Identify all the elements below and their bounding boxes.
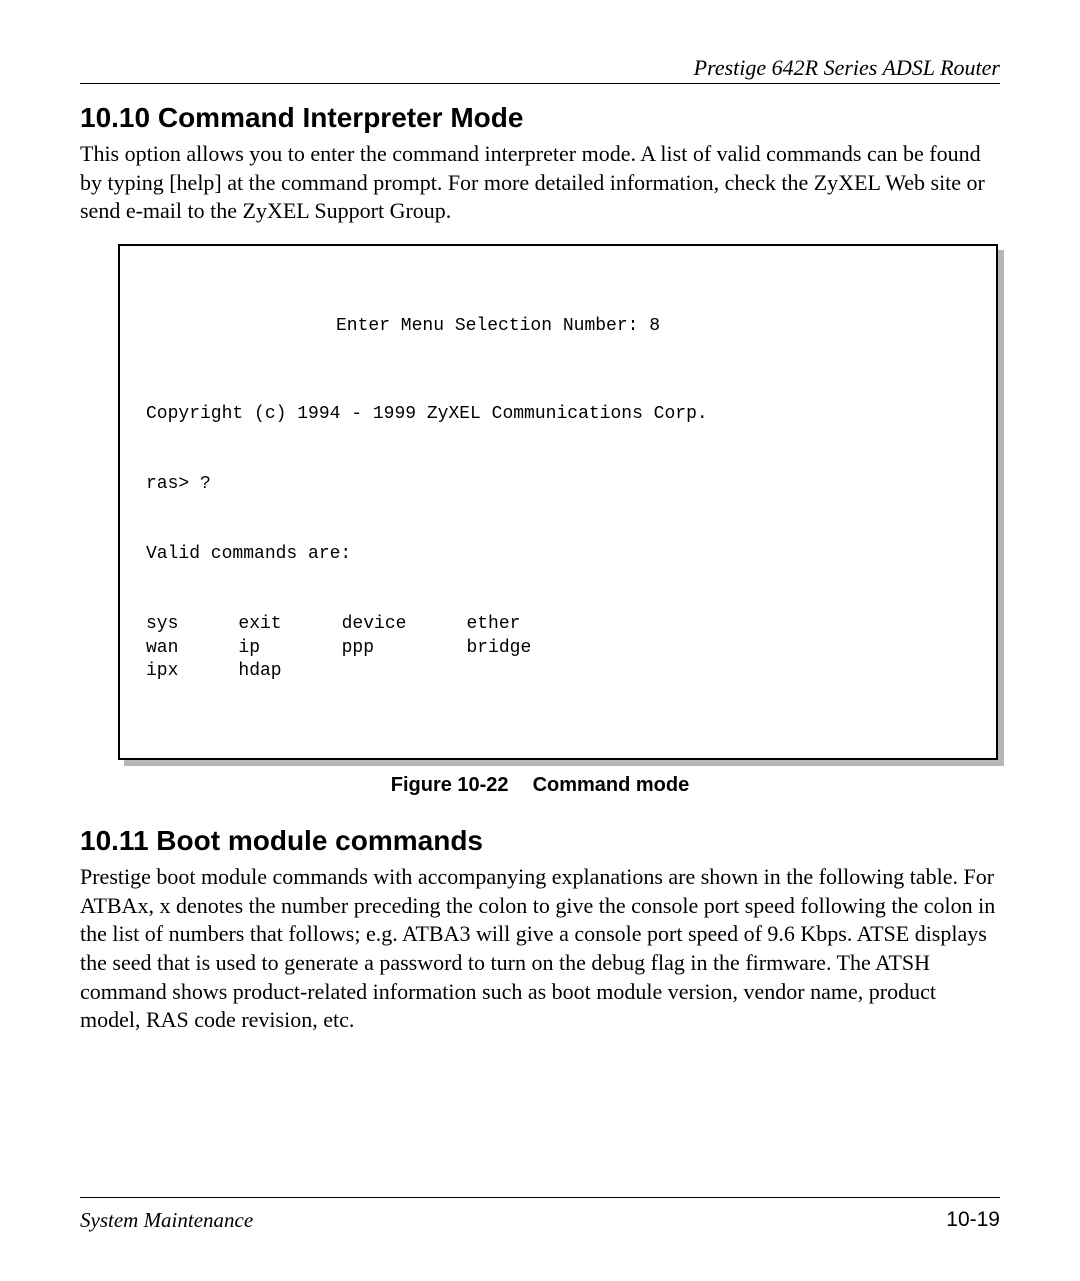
terminal-valid-label: Valid commands are: [146, 543, 970, 566]
table-row: sys exit device ether [146, 613, 591, 636]
cmd-cell: bridge [466, 637, 591, 660]
figure-title: Command mode [533, 774, 690, 796]
table-row: ipx hdap [146, 660, 591, 683]
cmd-cell: hdap [238, 660, 341, 683]
section-10-10-paragraph: This option allows you to enter the comm… [80, 140, 1000, 226]
section-heading-10-11: 10.11 Boot module commands [80, 825, 1000, 857]
footer-section-name: System Maintenance [80, 1208, 253, 1233]
terminal-prompt: ras> ? [146, 473, 970, 496]
cmd-cell: ip [238, 637, 341, 660]
cmd-cell: wan [146, 637, 238, 660]
cmd-cell: ether [466, 613, 591, 636]
terminal-command-table: sys exit device ether wan ip ppp bridge … [146, 613, 591, 683]
terminal-copyright: Copyright (c) 1994 - 1999 ZyXEL Communic… [146, 403, 970, 426]
footer-rule [80, 1197, 1000, 1198]
cmd-cell: sys [146, 613, 238, 636]
terminal-figure: Enter Menu Selection Number: 8 Copyright… [118, 244, 998, 760]
terminal-menu-line: Enter Menu Selection Number: 8 [146, 315, 970, 338]
cmd-cell [466, 660, 591, 683]
page: Prestige 642R Series ADSL Router 10.10 C… [0, 0, 1080, 1281]
cmd-cell: device [342, 613, 467, 636]
table-row: wan ip ppp bridge [146, 637, 591, 660]
figure-caption: Figure 10-22 Command mode [80, 774, 1000, 797]
section-heading-10-10: 10.10 Command Interpreter Mode [80, 102, 1000, 134]
cmd-cell: exit [238, 613, 341, 636]
terminal-box: Enter Menu Selection Number: 8 Copyright… [118, 244, 998, 760]
header-rule [80, 83, 1000, 84]
cmd-cell: ipx [146, 660, 238, 683]
page-footer: System Maintenance 10-19 [80, 1197, 1000, 1233]
cmd-cell [342, 660, 467, 683]
running-head: Prestige 642R Series ADSL Router [80, 55, 1000, 81]
footer-page-number: 10-19 [946, 1208, 1000, 1233]
section-10-11-paragraph: Prestige boot module commands with accom… [80, 863, 1000, 1035]
cmd-cell: ppp [342, 637, 467, 660]
figure-label: Figure 10-22 [391, 774, 509, 796]
